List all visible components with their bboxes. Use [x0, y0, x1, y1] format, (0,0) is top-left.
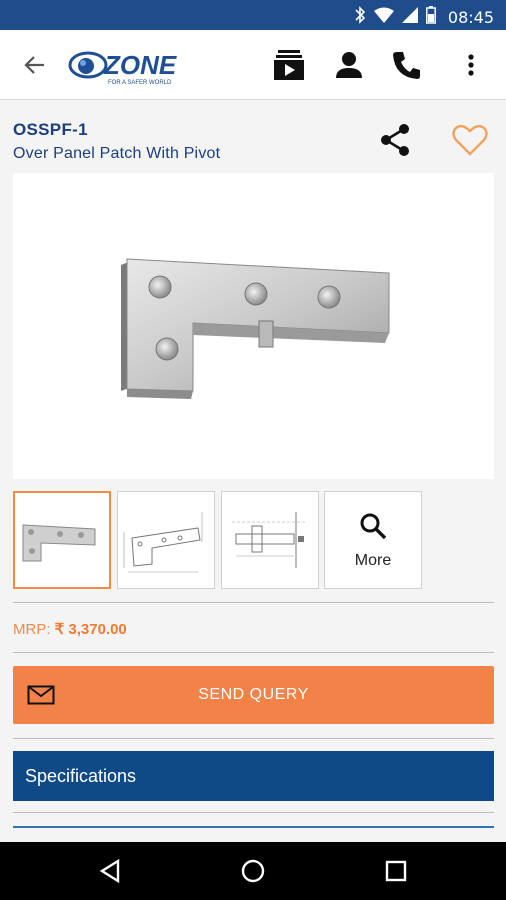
next-section-edge: [13, 826, 494, 828]
arrow-left-icon[interactable]: [22, 52, 48, 78]
status-icons: 08:45: [354, 6, 494, 29]
app-bar: ZONE FOR A SAFER WORLD: [0, 30, 506, 100]
divider: [13, 602, 494, 603]
home-circle-icon[interactable]: [240, 858, 266, 884]
mrp-price: MRP: ₹ 3,370.00: [13, 620, 127, 638]
thumbnail-more-button[interactable]: More: [324, 491, 422, 589]
svg-text:FOR A SAFER WORLD: FOR A SAFER WORLD: [108, 80, 172, 86]
specifications-label: Specifications: [25, 765, 137, 786]
thumbnail-drawing-2[interactable]: [221, 491, 319, 589]
send-query-label: SEND QUERY: [198, 686, 309, 703]
status-bar: 08:45: [0, 0, 506, 30]
mrp-label: MRP:: [13, 621, 51, 638]
status-time: 08:45: [447, 8, 494, 27]
product-name: Over Panel Patch With Pivot: [13, 145, 221, 162]
recents-square-icon[interactable]: [383, 858, 409, 884]
divider: [13, 738, 494, 739]
heart-outline-icon[interactable]: [451, 121, 489, 159]
thumbnail-drawing-1[interactable]: [117, 491, 215, 589]
back-triangle-icon[interactable]: [98, 858, 124, 884]
video-catalog-icon[interactable]: [270, 46, 308, 84]
specifications-section[interactable]: Specifications: [13, 751, 494, 801]
product-main-image[interactable]: [13, 173, 494, 479]
mail-icon: [27, 685, 55, 705]
send-query-button[interactable]: SEND QUERY: [13, 666, 494, 724]
product-code: OSSPF-1: [13, 120, 88, 139]
divider: [13, 812, 494, 813]
more-label: More: [354, 551, 392, 569]
more-vert-icon[interactable]: [452, 46, 490, 84]
ozone-logo[interactable]: ZONE FOR A SAFER WORLD: [68, 44, 192, 86]
system-nav-bar: [0, 842, 506, 900]
mrp-value: ₹ 3,370.00: [54, 621, 127, 638]
thumbnail-photo[interactable]: [13, 491, 111, 589]
account-icon[interactable]: [330, 46, 368, 84]
bluetooth-icon: [354, 6, 366, 29]
signal-icon: [401, 7, 418, 28]
search-icon: [358, 511, 388, 546]
wifi-icon: [373, 7, 394, 28]
battery-icon: [425, 6, 436, 29]
divider: [13, 652, 494, 653]
svg-text:ZONE: ZONE: [103, 50, 177, 80]
share-icon[interactable]: [378, 122, 414, 158]
phone-icon[interactable]: [388, 46, 426, 84]
